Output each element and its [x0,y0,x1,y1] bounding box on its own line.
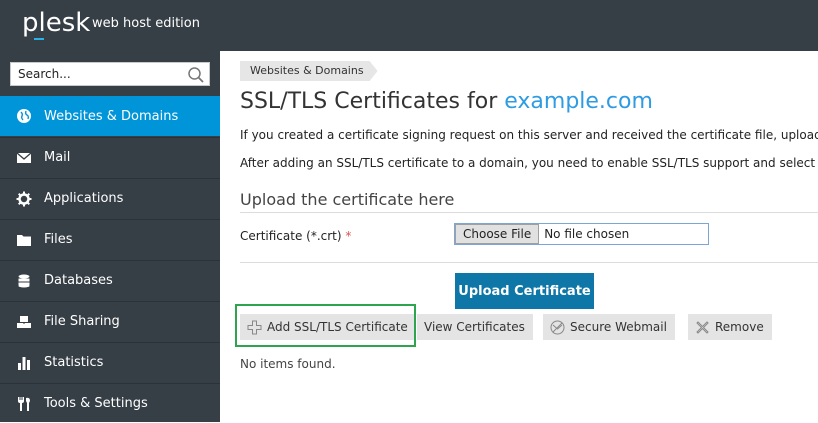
plesk-logo[interactable]: plesk [22,8,90,38]
mail-icon [0,150,44,166]
search-input[interactable] [11,63,181,85]
sidebar-item-file-sharing[interactable]: File Sharing [0,301,220,341]
secure-webmail-icon [550,320,565,334]
database-icon [0,273,44,289]
section-divider [240,212,818,213]
sidebar-item-label: Websites & Domains [44,108,179,124]
hint-paragraph: After adding an SSL/TLS certificate to a… [240,156,818,170]
secure-webmail-button[interactable]: Secure Webmail [543,314,675,340]
tools-icon [0,396,44,412]
sidebar-item-label: File Sharing [44,314,120,329]
upload-section-title: Upload the certificate here [240,190,455,209]
upload-certificate-button[interactable]: Upload Certificate [455,273,594,309]
page-title: SSL/TLS Certificates for example.com [240,89,653,114]
certificate-label-text: Certificate (*.crt) [240,229,342,243]
empty-list-text: No items found. [240,357,336,371]
sidebar-item-websites-domains[interactable]: Websites & Domains [0,96,220,136]
sidebar-item-applications[interactable]: Applications [0,178,220,218]
logo-accent [34,38,44,40]
view-certificates-button[interactable]: View Certificates [417,314,533,340]
view-certificates-label: View Certificates [424,320,525,334]
remove-label: Remove [715,320,764,334]
choose-file-button[interactable]: Choose File [455,224,540,244]
sidebar-item-label: Mail [44,150,71,165]
remove-icon [696,320,709,334]
file-sharing-icon [0,314,44,330]
sidebar-item-label: Tools & Settings [44,396,148,411]
edition-label: web host edition [92,16,200,31]
form-divider [240,262,818,263]
required-mark: * [345,229,352,243]
remove-button[interactable]: Remove [688,314,772,340]
sidebar-item-label: Statistics [44,355,104,370]
sidebar: Websites & Domains Mail Applications Fil… [0,51,220,422]
breadcrumb[interactable]: Websites & Domains [240,61,378,81]
certificate-field-label: Certificate (*.crt) * [240,229,351,243]
certificate-file-input[interactable]: Choose File No file chosen [454,223,709,245]
sidebar-item-files[interactable]: Files [0,219,220,259]
globe-icon [0,108,44,124]
intro-paragraph: If you created a certificate signing req… [240,128,818,142]
sidebar-item-label: Applications [44,191,124,206]
search-box [10,62,210,86]
secure-webmail-label: Secure Webmail [570,320,667,334]
domain-link[interactable]: example.com [504,89,653,114]
main-content: Websites & Domains SSL/TLS Certificates … [220,51,818,422]
gear-icon [0,191,44,207]
no-file-chosen-text: No file chosen [544,227,630,241]
sidebar-item-label: Files [44,232,73,247]
top-bar: plesk web host edition [0,0,818,51]
folder-icon [0,232,44,248]
sidebar-item-label: Databases [44,273,113,288]
sidebar-item-tools-settings[interactable]: Tools & Settings [0,383,220,423]
search-icon[interactable] [187,66,205,84]
bar-chart-icon [0,355,44,371]
sidebar-item-databases[interactable]: Databases [0,260,220,300]
page-title-prefix: SSL/TLS Certificates for [240,89,505,114]
sidebar-item-statistics[interactable]: Statistics [0,342,220,382]
sidebar-item-mail[interactable]: Mail [0,137,220,177]
highlight-box [235,304,416,347]
